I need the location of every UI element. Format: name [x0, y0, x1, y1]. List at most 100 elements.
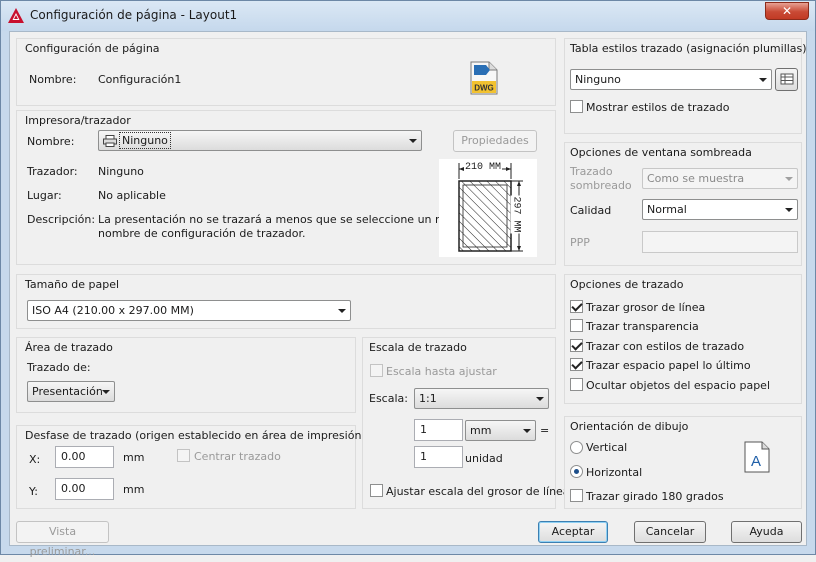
fit-to-paper-label: Escala hasta ajustar: [386, 365, 497, 378]
group-title: Orientación de dibujo: [570, 420, 689, 433]
printer-name-value: Ninguno: [119, 132, 171, 149]
edit-table-icon: [780, 73, 794, 85]
landscape-radio[interactable]: [570, 465, 583, 478]
svg-text:A: A: [751, 453, 761, 470]
hide-paperspace-objects-checkbox[interactable]: [570, 378, 583, 391]
scale-unit-select[interactable]: mm: [465, 420, 536, 441]
plot-area-select[interactable]: Presentación: [27, 381, 115, 402]
fit-to-paper-checkbox[interactable]: [370, 364, 383, 377]
plot-style-table-group: Tabla estilos trazado (asignación plumil…: [564, 38, 807, 134]
quality-select[interactable]: Normal: [642, 199, 798, 220]
offset-x-label: X:: [29, 453, 41, 466]
offset-y-label: Y:: [29, 485, 38, 498]
chevron-down-icon: [785, 177, 793, 181]
group-title: Impresora/trazador: [25, 114, 131, 127]
orientation-group: Orientación de dibujo Vertical Horizonta…: [564, 416, 802, 509]
plot-scale-group: Escala de trazado Escala hasta ajustar E…: [362, 337, 570, 509]
chevron-down-icon: [523, 429, 531, 433]
portrait-radio[interactable]: [570, 441, 583, 454]
description-line-2: nombre de configuración de trazador.: [98, 227, 306, 240]
close-button[interactable]: ✕: [765, 2, 809, 20]
paper-size-value: ISO A4 (210.00 x 297.00 MM): [32, 304, 194, 317]
show-plot-styles-checkbox[interactable]: [570, 100, 583, 113]
shade-plot-label-1: Trazado: [570, 165, 613, 178]
group-title: Área de trazado: [25, 341, 113, 354]
description-line-1: La presentación no se trazará a menos qu…: [98, 213, 469, 226]
group-title: Opciones de trazado: [570, 278, 684, 291]
page-setup-name-label: Nombre:: [29, 73, 77, 86]
plot-options-group: Opciones de trazado Trazar grosor de lín…: [564, 274, 802, 404]
offset-y-input[interactable]: 0.00: [55, 478, 114, 500]
chevron-down-icon: [409, 139, 417, 143]
plot-transparency-label: Trazar transparencia: [586, 320, 699, 333]
plot-offset-group: Desfase de trazado (origen establecido e…: [16, 425, 366, 509]
dpi-label: PPP: [570, 236, 590, 249]
cancel-button[interactable]: Cancelar: [634, 521, 706, 543]
help-button[interactable]: Ayuda: [731, 521, 802, 543]
preview-height-label: 297 MM: [510, 195, 522, 234]
shade-plot-label-2: sombreado: [570, 179, 632, 192]
center-plot-label: Centrar trazado: [194, 450, 281, 463]
scale-lineweights-checkbox[interactable]: [370, 484, 383, 497]
page-setup-dialog: Configuración de página - Layout1 ✕ Conf…: [0, 0, 816, 558]
group-title: Escala de trazado: [369, 341, 467, 354]
scale-unit-value: mm: [470, 424, 492, 437]
paper-preview-drawing: [458, 163, 523, 252]
upside-down-label: Trazar girado 180 grados: [586, 490, 724, 503]
offset-x-input[interactable]: 0.00: [55, 446, 114, 468]
plot-transparency-checkbox[interactable]: [570, 319, 583, 332]
equals-sign: =: [540, 424, 550, 437]
shaded-viewport-group: Opciones de ventana sombreada Trazado so…: [564, 142, 802, 266]
plot-style-table-select[interactable]: Ninguno: [570, 69, 772, 90]
group-title: Desfase de trazado (origen establecido e…: [25, 429, 366, 442]
upside-down-checkbox[interactable]: [570, 489, 583, 502]
description-label: Descripción:: [27, 213, 96, 226]
chevron-down-icon: [785, 208, 793, 212]
offset-x-unit: mm: [123, 451, 145, 464]
chevron-down-icon: [102, 390, 110, 394]
page-setup-group: Configuración de página Nombre: Configur…: [16, 38, 556, 106]
landscape-label: Horizontal: [586, 466, 643, 479]
landscape-page-icon: A: [744, 441, 770, 473]
scale-value: 1:1: [419, 392, 437, 405]
plot-lineweights-label: Trazar grosor de línea: [586, 301, 706, 314]
scale-select[interactable]: 1:1: [414, 388, 549, 409]
group-title: Configuración de página: [25, 42, 160, 55]
plot-area-value: Presentación: [32, 385, 103, 398]
preview-width-label: 210 MM: [464, 162, 503, 173]
printer-name-select[interactable]: Ninguno: [98, 130, 422, 151]
quality-value: Normal: [647, 203, 687, 216]
paper-preview: 210 MM 297 MM: [439, 159, 537, 257]
plot-paperspace-last-checkbox[interactable]: [570, 358, 583, 371]
offset-y-unit: mm: [123, 483, 145, 496]
plot-style-table-value: Ninguno: [575, 73, 621, 86]
preview-button[interactable]: Vista preliminar...: [16, 521, 109, 558]
dialog-body: Configuración de página Nombre: Configur…: [9, 31, 807, 558]
dpi-input[interactable]: [642, 231, 798, 253]
svg-text:DWG: DWG: [474, 84, 494, 93]
paper-size-select[interactable]: ISO A4 (210.00 x 297.00 MM): [27, 300, 351, 321]
properties-button[interactable]: Propiedades: [453, 130, 537, 152]
center-plot-checkbox[interactable]: [177, 449, 190, 462]
scale-unit2-label: unidad: [465, 452, 503, 465]
group-title: Tamaño de papel: [25, 278, 120, 291]
group-title: Tabla estilos trazado (asignación plumil…: [570, 42, 807, 55]
ok-button[interactable]: Aceptar: [538, 521, 608, 543]
shade-plot-select[interactable]: Como se muestra: [642, 168, 798, 189]
scale-label: Escala:: [369, 392, 408, 405]
chevron-down-icon: [536, 397, 544, 401]
printer-icon: [103, 135, 117, 147]
plotter-label: Trazador:: [27, 165, 78, 178]
plot-area-what-label: Trazado de:: [27, 361, 91, 374]
plot-lineweights-checkbox[interactable]: [570, 300, 583, 313]
plot-with-styles-label: Trazar con estilos de trazado: [586, 340, 745, 353]
plot-paperspace-last-label: Trazar espacio papel lo último: [586, 359, 751, 372]
scale-value2-input[interactable]: 1: [414, 446, 463, 468]
scale-value1-input[interactable]: 1: [414, 419, 463, 441]
printer-group: Impresora/trazador Nombre: Ninguno Propi…: [16, 110, 556, 265]
hide-paperspace-objects-label: Ocultar objetos del espacio papel: [586, 379, 770, 392]
edit-plot-style-button[interactable]: [775, 68, 798, 91]
plot-with-styles-checkbox[interactable]: [570, 339, 583, 352]
location-value: No aplicable: [98, 189, 166, 202]
autocad-logo-icon: [8, 8, 24, 23]
